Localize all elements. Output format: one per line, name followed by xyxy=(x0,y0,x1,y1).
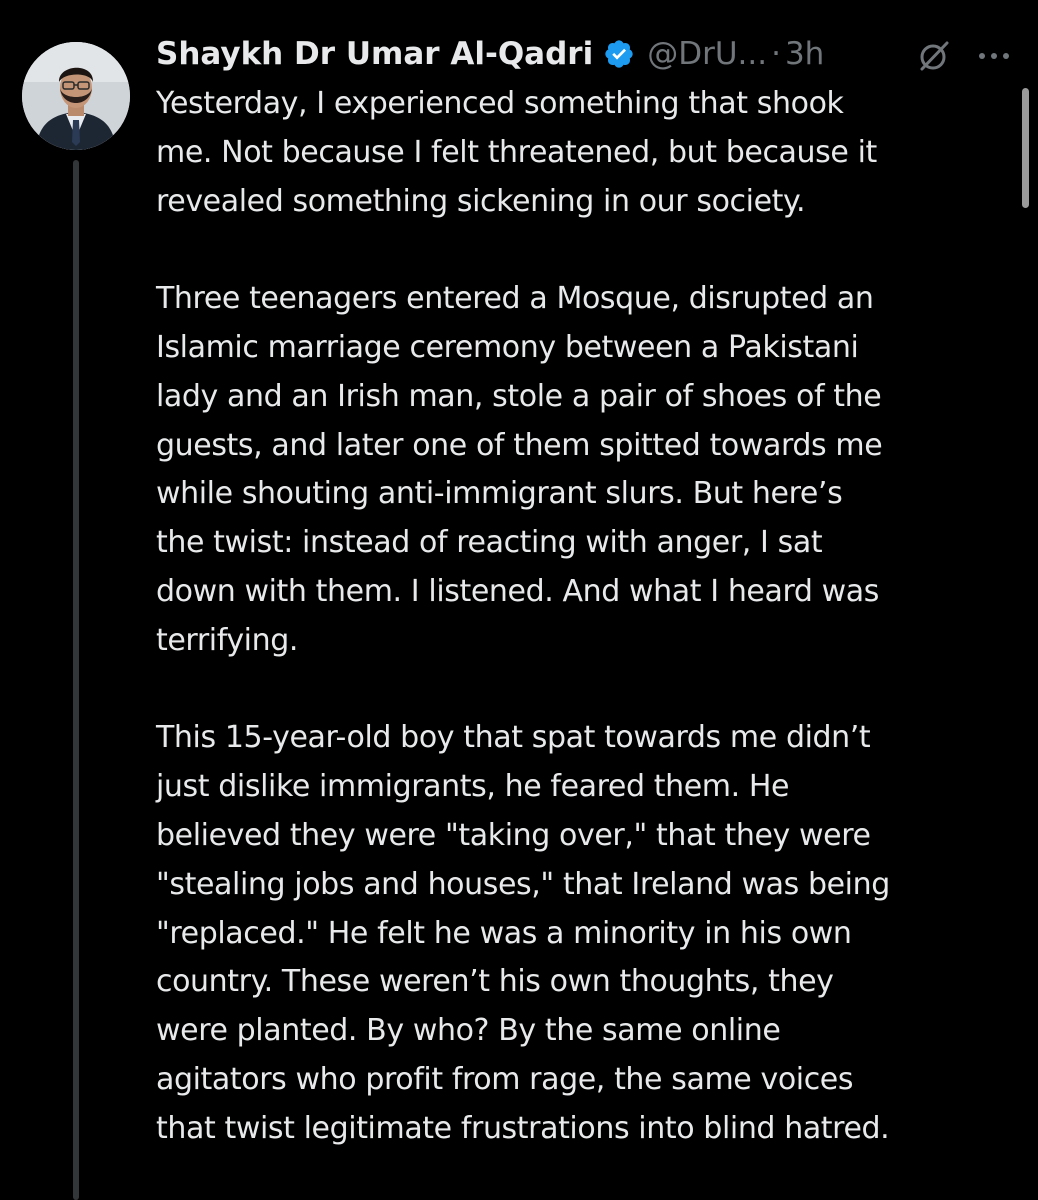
post-text-line: just dislike immigrants, he feared them.… xyxy=(156,769,790,805)
author-handle[interactable]: @DrU... xyxy=(647,36,767,72)
scrollbar[interactable] xyxy=(1022,88,1029,208)
grok-icon[interactable] xyxy=(916,38,952,74)
post-text-line: lady and an Irish man, stole a pair of s… xyxy=(156,378,882,414)
post-text-line: me. Not because I felt threatened, but b… xyxy=(156,134,877,170)
thread-connector-line xyxy=(73,160,79,1200)
post-text-line: believed they were "taking over," that t… xyxy=(156,817,871,853)
post-text-line: Yesterday, I experienced something that … xyxy=(156,86,844,121)
post-text-line: terrifying. xyxy=(156,622,299,658)
post-text-line: down with them. I listened. And what I h… xyxy=(156,573,880,609)
profile-photo xyxy=(22,42,130,150)
post-text-line: the twist: instead of reacting with ange… xyxy=(156,525,823,561)
author-display-name[interactable]: Shaykh Dr Umar Al-Qadri xyxy=(156,36,593,72)
post-header: Shaykh Dr Umar Al-Qadri @DrU... · 3h xyxy=(156,30,824,78)
post-body: Yesterday, I experienced something that … xyxy=(156,80,1016,1154)
separator-dot: · xyxy=(771,36,781,72)
post-text-line: "replaced." He felt he was a minority in… xyxy=(156,915,852,951)
post-text-line: while shouting anti-immigrant slurs. But… xyxy=(156,476,843,512)
post-text-line: agitators who profit from rage, the same… xyxy=(156,1061,854,1097)
post-text-line: were planted. By who? By the same online xyxy=(156,1013,781,1049)
post-text-line: This 15-year-old boy that spat towards m… xyxy=(156,720,871,756)
tweet: Shaykh Dr Umar Al-Qadri @DrU... · 3h Yes… xyxy=(0,0,1038,1200)
more-options-icon[interactable] xyxy=(974,44,1014,68)
post-timestamp[interactable]: 3h xyxy=(785,36,824,72)
verified-badge-icon xyxy=(603,38,635,70)
post-text-line: that twist legitimate frustrations into … xyxy=(156,1110,890,1146)
post-text-line: "stealing jobs and houses," that Ireland… xyxy=(156,866,890,902)
post-text-line: Three teenagers entered a Mosque, disrup… xyxy=(156,281,874,317)
post-text-line: Islamic marriage ceremony between a Paki… xyxy=(156,329,859,365)
post-text-line: revealed something sickening in our soci… xyxy=(156,183,806,219)
post-text-line: guests, and later one of them spitted to… xyxy=(156,427,883,463)
avatar[interactable] xyxy=(22,42,130,150)
paragraph-break xyxy=(156,226,1016,275)
paragraph-break xyxy=(156,666,1016,715)
post-text-line: country. These weren’t his own thoughts,… xyxy=(156,964,834,1000)
